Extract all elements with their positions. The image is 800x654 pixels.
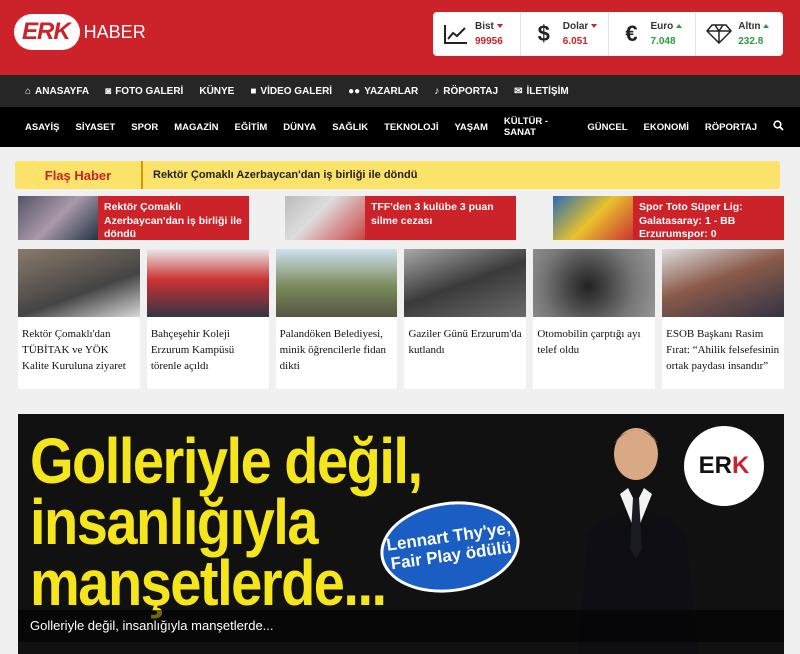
top-news-title: Rektör Çomaklı Azerbaycan'dan iş birliği… bbox=[104, 201, 242, 241]
flash-news-text[interactable]: Rektör Çomaklı Azerbaycan'dan iş birliği… bbox=[143, 169, 417, 181]
microphone-icon: ♪ bbox=[434, 85, 440, 97]
arrow-down-icon bbox=[496, 24, 503, 29]
top-news-item[interactable]: Spor Toto Süper Lig: Galatasaray: 1 - BB… bbox=[553, 196, 784, 240]
cat-asayis[interactable]: ASAYİŞ bbox=[25, 122, 60, 133]
cat-spor[interactable]: SPOR bbox=[131, 122, 158, 133]
news-image bbox=[18, 249, 140, 317]
home-icon: ⌂ bbox=[25, 85, 32, 97]
category-nav: ASAYİŞ SİYASET SPOR MAGAZİN EĞİTİM DÜNYA… bbox=[0, 107, 800, 147]
logo-erk: ERK bbox=[14, 14, 80, 50]
nav-roportaj[interactable]: ♪ RÖPORTAJ bbox=[434, 86, 498, 97]
top-news-item[interactable]: Rektör Çomaklı Azerbaycan'dan iş birliği… bbox=[18, 196, 249, 240]
logo-haber: HABER bbox=[83, 21, 146, 42]
site-logo[interactable]: ERK HABER bbox=[14, 14, 146, 50]
market-value: 7.048 bbox=[650, 36, 676, 47]
arrow-up-icon bbox=[763, 24, 770, 29]
cat-siyaset[interactable]: SİYASET bbox=[76, 122, 116, 133]
market-bist[interactable]: Bist 99956 bbox=[433, 12, 521, 56]
nav-anasayfa[interactable]: ⌂ ANASAYFA bbox=[25, 86, 89, 97]
chart-line-icon bbox=[443, 21, 469, 47]
nav-iletisim[interactable]: ✉ İLETİŞİM bbox=[514, 86, 569, 97]
news-cards: Rektör Çomaklı'dan TÜBİTAK ve YÖK Kalite… bbox=[18, 249, 784, 389]
cat-magazin[interactable]: MAGAZİN bbox=[174, 122, 218, 133]
hero-headline: Golleriyle değil, insanlığıyla manşetler… bbox=[30, 424, 423, 620]
news-card-title: Rektör Çomaklı'dan TÜBİTAK ve YÖK Kalite… bbox=[22, 328, 126, 372]
euro-icon: € bbox=[625, 21, 638, 46]
market-value: 99956 bbox=[475, 36, 503, 47]
camera-icon: ◙ bbox=[105, 85, 112, 97]
nav-video-galeri[interactable]: ■ VİDEO GALERİ bbox=[250, 86, 332, 97]
nav-kunye[interactable]: KÜNYE bbox=[199, 86, 234, 97]
users-icon: ●● bbox=[348, 85, 361, 97]
market-name: Bist bbox=[475, 21, 494, 32]
envelope-icon: ✉ bbox=[514, 85, 523, 97]
news-card[interactable]: Gaziler Günü Erzurum'da kutlandı bbox=[404, 249, 527, 389]
flash-news-bar[interactable]: Flaş Haber Rektör Çomaklı Azerbaycan'dan… bbox=[15, 161, 780, 189]
cat-roportaj[interactable]: RÖPORTAJ bbox=[705, 122, 757, 133]
market-ticker: Bist 99956 $ Dolar 6.051 € Euro 7.048 Al… bbox=[433, 12, 783, 56]
arrow-up-icon bbox=[676, 24, 683, 29]
cat-guncel[interactable]: GÜNCEL bbox=[587, 122, 627, 133]
cat-egitim[interactable]: EĞİTİM bbox=[235, 122, 268, 133]
market-value: 6.051 bbox=[562, 36, 588, 47]
search-icon[interactable] bbox=[773, 120, 784, 134]
market-name: Dolar bbox=[562, 21, 589, 32]
market-name: Euro bbox=[650, 21, 674, 32]
nav-yazarlar[interactable]: ●● YAZARLAR bbox=[348, 86, 418, 97]
market-name: Altın bbox=[738, 21, 761, 32]
flash-news-label: Flaş Haber bbox=[15, 161, 143, 189]
news-card[interactable]: Rektör Çomaklı'dan TÜBİTAK ve YÖK Kalite… bbox=[18, 249, 140, 389]
news-card[interactable]: Palandöken Belediyesi, minik öğrencilerl… bbox=[275, 249, 398, 389]
market-value: 232.8 bbox=[738, 36, 764, 47]
news-card-title: Otomobilin çarptığı ayı telef oldu bbox=[537, 328, 641, 356]
news-card-title: ESOB Başkanı Rasim Fırat: “Ahilik felsef… bbox=[666, 328, 780, 372]
top-news-item[interactable]: TFF'den 3 kulübe 3 puan silme cezası bbox=[285, 196, 516, 240]
hero-logo: ER K bbox=[684, 426, 764, 506]
news-card[interactable]: Otomobilin çarptığı ayı telef oldu bbox=[533, 249, 656, 389]
market-altin[interactable]: Altın 232.8 bbox=[696, 12, 783, 56]
diamond-icon bbox=[706, 21, 733, 47]
cat-saglik[interactable]: SAĞLIK bbox=[332, 122, 368, 133]
cat-yasam[interactable]: YAŞAM bbox=[454, 122, 487, 133]
main-nav: ⌂ ANASAYFA ◙ FOTO GALERİ KÜNYE ■ VİDEO GALE… bbox=[0, 75, 800, 107]
site-header: ERK HABER Bist 99956 $ Dolar 6.051 € Eur… bbox=[0, 0, 800, 75]
news-card-title: Palandöken Belediyesi, minik öğrencilerl… bbox=[279, 328, 386, 372]
cat-ekonomi[interactable]: EKONOMİ bbox=[644, 122, 689, 133]
nav-foto-galeri[interactable]: ◙ FOTO GALERİ bbox=[105, 86, 183, 97]
arrow-down-icon bbox=[591, 24, 598, 29]
video-icon: ■ bbox=[250, 85, 257, 97]
news-image bbox=[146, 249, 269, 317]
news-thumbnail bbox=[553, 196, 633, 240]
top-news-title: Spor Toto Süper Lig: Galatasaray: 1 - BB… bbox=[639, 201, 743, 241]
dollar-icon: $ bbox=[537, 21, 550, 46]
news-image bbox=[662, 249, 784, 317]
news-thumbnail bbox=[18, 196, 98, 240]
top-news-title: TFF'den 3 kulübe 3 puan silme cezası bbox=[371, 201, 494, 227]
news-card[interactable]: Bahçeşehir Koleji Erzurum Kampüsü törenl… bbox=[146, 249, 269, 389]
news-image bbox=[404, 249, 527, 317]
cat-teknoloji[interactable]: TEKNOLOJİ bbox=[384, 122, 438, 133]
market-euro[interactable]: € Euro 7.048 bbox=[609, 12, 697, 56]
news-card[interactable]: ESOB Başkanı Rasim Fırat: “Ahilik felsef… bbox=[662, 249, 784, 389]
headline-slider[interactable]: Golleriyle değil, insanlığıyla manşetler… bbox=[18, 414, 784, 654]
cat-dunya[interactable]: DÜNYA bbox=[283, 122, 316, 133]
news-image bbox=[533, 249, 656, 317]
news-image bbox=[275, 249, 398, 317]
market-dolar[interactable]: $ Dolar 6.051 bbox=[521, 12, 609, 56]
news-thumbnail bbox=[285, 196, 365, 240]
news-card-title: Bahçeşehir Koleji Erzurum Kampüsü törenl… bbox=[150, 328, 235, 372]
hero-caption[interactable]: Golleriyle değil, insanlığıyla manşetler… bbox=[18, 610, 784, 642]
news-card-title: Gaziler Günü Erzurum'da kutlandı bbox=[408, 328, 522, 356]
cat-kultur-sanat[interactable]: KÜLTÜR - SANAT bbox=[504, 116, 571, 138]
